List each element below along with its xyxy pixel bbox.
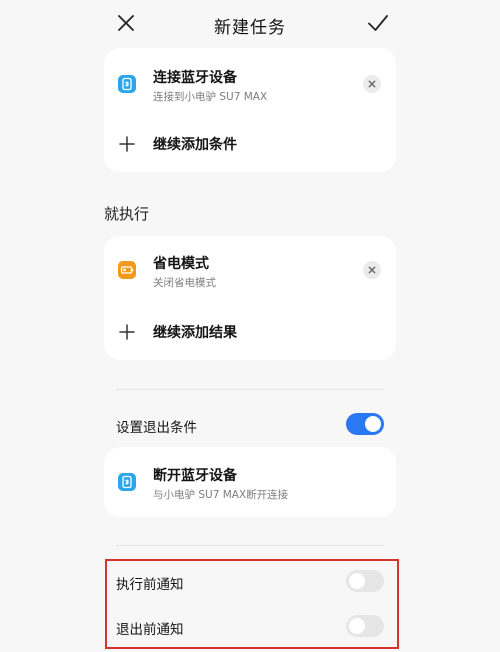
highlight-box xyxy=(105,559,399,649)
page-title: 新建任务 xyxy=(214,18,286,38)
remove-icon[interactable] xyxy=(363,75,381,93)
condition-item-bluetooth-connect[interactable]: 连接蓝牙设备 连接到小电驴 SU7 MAX xyxy=(104,60,396,108)
exit-item-title: 断开蓝牙设备 xyxy=(153,468,237,484)
add-condition-button[interactable]: 继续添加条件 xyxy=(104,124,396,164)
exit-item-subtitle: 与小电驴 SU7 MAX断开连接 xyxy=(153,489,289,501)
condition-item-subtitle: 连接到小电驴 SU7 MAX xyxy=(153,91,268,103)
add-result-button[interactable]: 继续添加结果 xyxy=(104,312,396,352)
exit-condition-row: 设置退出条件 xyxy=(116,413,384,437)
bluetooth-icon xyxy=(118,75,136,93)
condition-item-title: 连接蓝牙设备 xyxy=(153,70,237,86)
section-label-actions: 就执行 xyxy=(104,205,150,223)
bluetooth-icon xyxy=(118,473,136,491)
plus-icon xyxy=(119,324,135,340)
top-bar: 新建任务 xyxy=(0,0,500,48)
exit-condition-card: 断开蓝牙设备 与小电驴 SU7 MAX断开连接 xyxy=(104,447,396,517)
action-item-power-saving[interactable]: 省电模式 关闭省电模式 xyxy=(104,246,396,294)
add-condition-label: 继续添加条件 xyxy=(153,137,237,153)
condition-card: 连接蓝牙设备 连接到小电驴 SU7 MAX 继续添加条件 xyxy=(104,48,396,172)
divider xyxy=(116,389,384,390)
battery-icon xyxy=(118,261,136,279)
check-icon[interactable] xyxy=(366,11,390,35)
exit-condition-label: 设置退出条件 xyxy=(116,420,197,436)
action-item-subtitle: 关闭省电模式 xyxy=(153,277,216,289)
exit-item-bluetooth-disconnect[interactable]: 断开蓝牙设备 与小电驴 SU7 MAX断开连接 xyxy=(104,458,396,506)
exit-condition-toggle[interactable] xyxy=(346,413,384,435)
remove-icon[interactable] xyxy=(363,261,381,279)
plus-icon xyxy=(119,136,135,152)
action-item-title: 省电模式 xyxy=(153,256,209,272)
add-result-label: 继续添加结果 xyxy=(153,325,237,341)
divider xyxy=(116,545,384,546)
toggle-knob xyxy=(365,416,381,432)
action-card: 省电模式 关闭省电模式 继续添加结果 xyxy=(104,236,396,360)
